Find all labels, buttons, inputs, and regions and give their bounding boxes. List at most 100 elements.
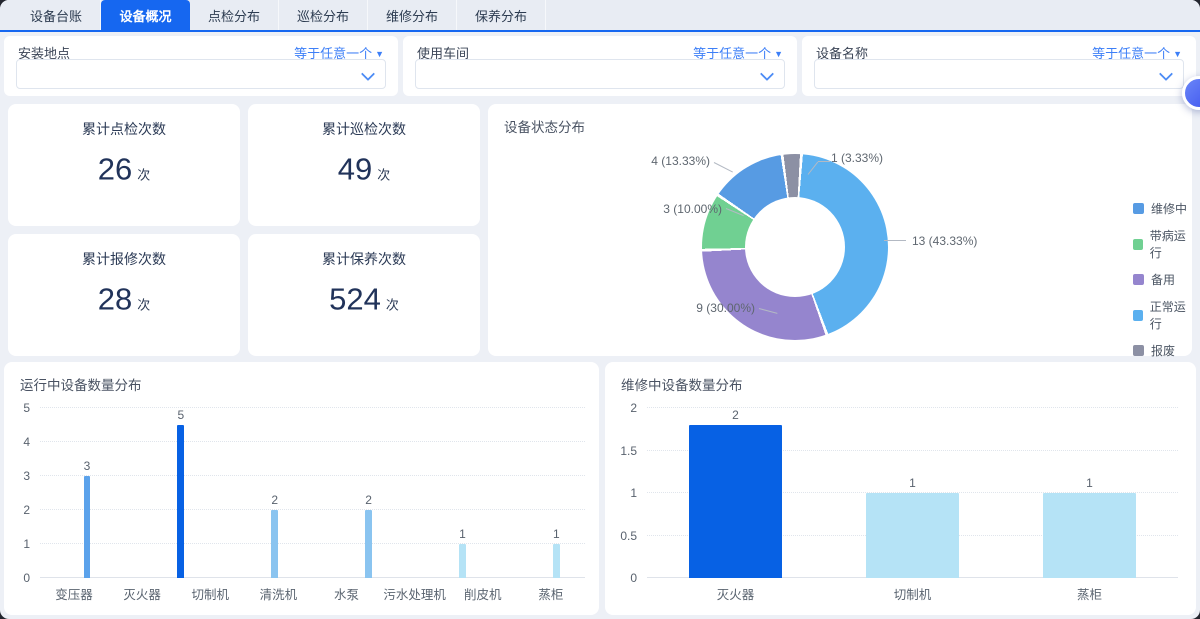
tab-underline bbox=[0, 30, 1200, 32]
x-axis-category-label: 水泵 bbox=[334, 588, 360, 602]
donut-leader-line bbox=[713, 162, 733, 173]
bar-变压器[interactable] bbox=[83, 476, 91, 578]
y-axis-tick-label: 1 bbox=[630, 486, 637, 500]
stat-card-value: 524 次 bbox=[248, 281, 480, 317]
filter-select-input[interactable] bbox=[415, 59, 785, 89]
bar-value-label: 3 bbox=[83, 459, 91, 473]
bar-污水处理机[interactable] bbox=[552, 544, 560, 578]
y-axis-tick-label: 2 bbox=[23, 503, 30, 517]
bar-column-切制机: 1 bbox=[824, 408, 1001, 578]
stat-card-累计巡检次数: 累计巡检次数 49 次 bbox=[248, 104, 480, 226]
y-axis-tick-label: 3 bbox=[23, 469, 30, 483]
stat-card-value: 28 次 bbox=[8, 281, 240, 317]
stat-number: 28 bbox=[97, 281, 133, 317]
bar-chart-plot: 2 1 1 bbox=[647, 407, 1178, 578]
bar-value-label: 5 bbox=[177, 408, 185, 422]
legend-label: 正常运行 bbox=[1149, 300, 1186, 331]
legend-swatch bbox=[1133, 238, 1143, 250]
donut-chart-title: 设备状态分布 bbox=[504, 120, 585, 135]
y-axis-tick-label: 0 bbox=[630, 571, 637, 585]
donut-slice-label: 4 (13.33%) bbox=[651, 154, 710, 168]
y-axis: 0 0.5 1 1.5 2 bbox=[605, 401, 641, 585]
x-axis-category-label: 变压器 bbox=[55, 588, 93, 602]
bar-清洗机[interactable] bbox=[365, 510, 372, 578]
donut-leader-line bbox=[818, 161, 830, 162]
donut-slice-label: 13 (43.33%) bbox=[912, 234, 978, 248]
bar-column-灭火器: 2 bbox=[647, 408, 824, 578]
bar-value-label: 2 bbox=[365, 493, 372, 507]
stat-card-累计保养次数: 累计保养次数 524 次 bbox=[248, 234, 480, 356]
bars-row: 35221111 bbox=[40, 408, 748, 578]
bar-value-label: 2 bbox=[732, 408, 739, 422]
stat-card-title: 累计点检次数 bbox=[82, 121, 166, 137]
stat-card-value: 49 次 bbox=[248, 151, 480, 187]
bar-column-灭火器: 5 bbox=[134, 408, 228, 578]
filter-使用车间: 使用车间 等于任意一个 ▼ bbox=[403, 36, 797, 96]
bars-row: 2 1 1 bbox=[647, 408, 1178, 578]
x-axis-category-label: 蒸柜 bbox=[538, 588, 564, 602]
legend-swatch bbox=[1133, 203, 1144, 214]
filter-select-input[interactable] bbox=[814, 59, 1184, 89]
tab-保养分布[interactable]: 保养分布 bbox=[457, 0, 546, 30]
stat-unit: 次 bbox=[137, 167, 151, 183]
chevron-down-icon bbox=[1158, 66, 1174, 82]
bar-value-label: 1 bbox=[909, 476, 916, 490]
stat-unit: 次 bbox=[385, 297, 399, 313]
legend-item-维修中[interactable]: 维修中 bbox=[1133, 200, 1192, 217]
x-axis-category-label: 切制机 bbox=[191, 588, 230, 602]
stat-number: 524 bbox=[329, 281, 381, 317]
bar-蒸柜[interactable] bbox=[1043, 493, 1136, 578]
stat-cards: 累计点检次数 26 次累计巡检次数 49 次累计报修次数 28 次累计保养次数 524 次 bbox=[8, 104, 480, 356]
bar-切制机[interactable] bbox=[271, 510, 279, 578]
donut-legend: 维修中带病运行备用正常运行报废 bbox=[1133, 200, 1192, 369]
donut-slice-label: 1 (3.33%) bbox=[831, 151, 884, 165]
bar-value-label: 1 bbox=[459, 527, 466, 541]
filter-安装地点: 安装地点 等于任意一个 ▼ bbox=[4, 36, 398, 96]
tab-点检分布[interactable]: 点检分布 bbox=[190, 0, 279, 30]
repairing-devices-card: 维修中设备数量分布 0 0.5 1 1.5 2 2 1 1 灭火器 切制机 蒸柜 bbox=[605, 362, 1196, 615]
bar-column-污水处理机: 1 bbox=[509, 408, 603, 578]
y-axis-tick-label: 4 bbox=[23, 435, 30, 449]
bar-column-变压器: 3 bbox=[40, 408, 134, 578]
tab-设备概况[interactable]: 设备概况 bbox=[101, 0, 190, 30]
legend-item-正常运行[interactable]: 正常运行 bbox=[1133, 298, 1192, 332]
tab-维修分布[interactable]: 维修分布 bbox=[368, 0, 457, 30]
filter-设备名称: 设备名称 等于任意一个 ▼ bbox=[802, 36, 1196, 96]
tab-巡检分布[interactable]: 巡检分布 bbox=[279, 0, 368, 30]
x-axis-category-label: 清洗机 bbox=[259, 588, 298, 602]
legend-label: 报废 bbox=[1151, 344, 1176, 358]
y-axis-tick-label: 1 bbox=[23, 537, 30, 551]
x-axis-category-label: 切制机 bbox=[893, 588, 932, 602]
stat-unit: 次 bbox=[137, 297, 151, 313]
y-axis-tick-label: 2 bbox=[630, 401, 637, 415]
bar-chart-title: 维修中设备数量分布 bbox=[621, 378, 743, 393]
filter-select-input[interactable] bbox=[16, 59, 386, 89]
x-axis-category-label: 污水处理机 bbox=[383, 588, 446, 602]
legend-item-备用[interactable]: 备用 bbox=[1133, 271, 1192, 288]
device-status-card: 设备状态分布 13 (43.33%) 9 (30.00%) 3 (10.00%)… bbox=[488, 104, 1192, 358]
dashboard-page: 设备台账 设备概况 点检分布 巡检分布 维修分布 保养分布 安装地点 等于任意一个 ▼ 使用车间… bbox=[0, 0, 1200, 619]
stat-card-累计点检次数: 累计点检次数 26 次 bbox=[8, 104, 240, 226]
stat-unit: 次 bbox=[377, 167, 391, 183]
bar-column-水泵: 1 bbox=[416, 408, 510, 578]
x-axis-labels: 变压器 灭火器 切制机 清洗机 水泵 污水处理机 削皮机 蒸柜 bbox=[40, 584, 585, 603]
legend-swatch bbox=[1133, 309, 1143, 321]
tab-设备台账[interactable]: 设备台账 bbox=[12, 0, 101, 30]
x-axis-category-label: 削皮机 bbox=[464, 588, 502, 602]
legend-item-报废[interactable]: 报废 bbox=[1133, 342, 1192, 359]
bar-灭火器[interactable] bbox=[177, 425, 185, 578]
filter-row: 安装地点 等于任意一个 ▼ 使用车间 等于任意一个 ▼ 设备名称 等于任意一个 ▼ bbox=[4, 36, 1196, 96]
caret-down-icon: ▼ bbox=[1173, 49, 1182, 59]
bar-切制机[interactable] bbox=[866, 493, 959, 578]
stat-number: 26 bbox=[97, 151, 133, 187]
legend-item-带病运行[interactable]: 带病运行 bbox=[1133, 227, 1192, 261]
bar-水泵[interactable] bbox=[459, 544, 466, 578]
donut-slice-label: 3 (10.00%) bbox=[663, 202, 722, 216]
donut-slice-label: 9 (30.00%) bbox=[696, 301, 755, 315]
bar-灭火器[interactable] bbox=[689, 425, 782, 578]
running-devices-card: 运行中设备数量分布 0 1 2 3 4 5 3 5 2 2 1 1 1 1 变压器 灭火器 切制机 清洗机 水泵… bbox=[4, 362, 748, 615]
bar-value-label: 2 bbox=[271, 493, 279, 507]
bar-value-label: 1 bbox=[552, 527, 560, 541]
donut-hole bbox=[745, 197, 845, 297]
bar-chart-title: 运行中设备数量分布 bbox=[20, 378, 142, 393]
